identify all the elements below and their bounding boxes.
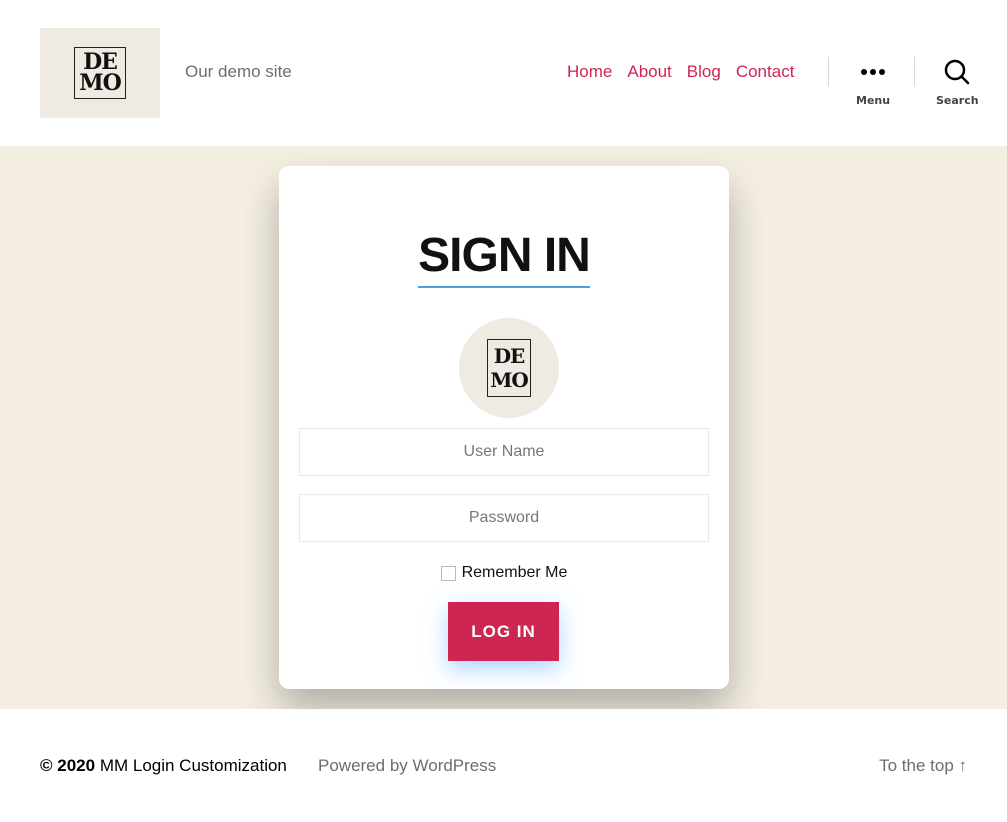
logo-mark: DE MO <box>74 47 126 99</box>
search-icon <box>945 59 970 85</box>
logo-line-2: MO <box>79 70 122 96</box>
powered-by-link[interactable]: Powered by WordPress <box>318 756 496 776</box>
nav-divider <box>828 57 829 86</box>
login-title-text: SIGN IN <box>418 228 591 288</box>
remember-me-label[interactable]: Remember Me <box>462 564 568 582</box>
search-label: Search <box>936 94 979 107</box>
footer-site-link[interactable]: MM Login Customization <box>100 756 287 775</box>
login-card: SIGN IN DE MO Remember Me LOG IN <box>279 166 729 689</box>
login-logo: DE MO <box>459 318 559 418</box>
primary-nav: Home About Blog Contact <box>567 62 794 82</box>
site-tagline: Our demo site <box>185 62 292 81</box>
to-top-link[interactable]: To the top ↑ <box>879 756 967 776</box>
remember-me-checkbox[interactable] <box>440 565 456 581</box>
menu-label: Menu <box>856 94 891 107</box>
nav-home[interactable]: Home <box>567 62 612 82</box>
avatar-line-1: DE <box>493 344 526 368</box>
site-logo[interactable]: DE MO <box>40 28 160 118</box>
login-button[interactable]: LOG IN <box>448 602 559 661</box>
avatar-line-2: MO <box>490 368 529 392</box>
nav-about[interactable]: About <box>627 62 671 82</box>
copyright-year: © 2020 <box>40 756 96 775</box>
nav-blog[interactable]: Blog <box>687 62 721 82</box>
login-title: SIGN IN <box>279 228 729 288</box>
remember-me-row: Remember Me <box>279 564 729 582</box>
nav-contact[interactable]: Contact <box>736 62 795 82</box>
footer-copyright: © 2020 MM Login Customization <box>40 756 287 776</box>
site-header: DE MO Our demo site Home About Blog Cont… <box>0 0 1007 146</box>
search-button[interactable]: Search <box>936 58 979 107</box>
password-input[interactable] <box>299 494 709 542</box>
more-dots-icon <box>861 58 886 86</box>
username-input[interactable] <box>299 428 709 476</box>
menu-button[interactable]: Menu <box>856 58 890 107</box>
tools-divider <box>914 57 915 86</box>
site-footer: © 2020 MM Login Customization Powered by… <box>0 709 1007 822</box>
avatar-logo-mark: DE MO <box>487 339 531 397</box>
